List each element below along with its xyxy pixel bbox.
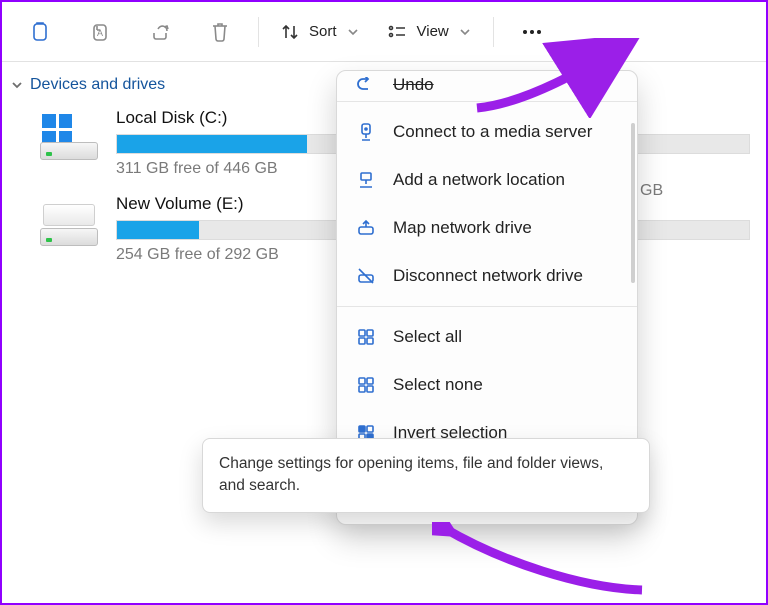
menu-item-label: Connect to a media server [393, 122, 592, 142]
menu-item-label: Disconnect network drive [393, 266, 583, 286]
section-title: Devices and drives [30, 76, 165, 94]
menu-item[interactable]: Select none [337, 361, 637, 409]
copy-button[interactable]: A [72, 10, 128, 54]
disconnect-icon [355, 265, 377, 287]
sort-icon [281, 23, 299, 41]
svg-text:A: A [97, 28, 103, 38]
select-all-icon [355, 326, 377, 348]
tooltip-text: Change settings for opening items, file … [219, 455, 603, 494]
view-label: View [417, 23, 449, 40]
view-icon [387, 23, 407, 41]
view-button[interactable]: View [375, 10, 483, 54]
menu-item-label: Select all [393, 327, 462, 347]
storage-tail-text: GB [640, 182, 663, 200]
menu-item-undo[interactable]: Undo [337, 77, 637, 95]
windows-drive-icon [40, 118, 98, 160]
menu-item[interactable]: Connect to a media server [337, 108, 637, 156]
more-button[interactable] [504, 10, 560, 54]
select-none-icon [355, 374, 377, 396]
menu-separator [337, 306, 637, 307]
menu-item-label: Map network drive [393, 218, 532, 238]
delete-button[interactable] [192, 10, 248, 54]
separator [493, 17, 494, 47]
scrollbar[interactable] [631, 123, 635, 283]
menu-item[interactable]: Select all [337, 313, 637, 361]
network-icon [355, 169, 377, 191]
menu-item[interactable]: Map network drive [337, 204, 637, 252]
menu-separator [337, 101, 637, 102]
chevron-down-icon [459, 26, 471, 38]
share-button[interactable] [132, 10, 188, 54]
tooltip: Change settings for opening items, file … [202, 438, 650, 513]
drive-icon [40, 204, 98, 246]
menu-item-label: Undo [393, 77, 434, 95]
menu-item[interactable]: Disconnect network drive [337, 252, 637, 300]
sort-button[interactable]: Sort [269, 10, 371, 54]
toolbar: A Sort View [2, 2, 766, 62]
menu-item-label: Select none [393, 375, 483, 395]
cut-button[interactable] [12, 10, 68, 54]
sort-label: Sort [309, 23, 337, 40]
undo-icon [355, 77, 377, 95]
chevron-down-icon [10, 78, 24, 92]
map-drive-icon [355, 217, 377, 239]
chevron-down-icon [347, 26, 359, 38]
menu-item-label: Add a network location [393, 170, 565, 190]
annotation-arrow [432, 522, 652, 602]
separator [258, 17, 259, 47]
menu-item[interactable]: Add a network location [337, 156, 637, 204]
ellipsis-icon [520, 20, 544, 44]
media-server-icon [355, 121, 377, 143]
